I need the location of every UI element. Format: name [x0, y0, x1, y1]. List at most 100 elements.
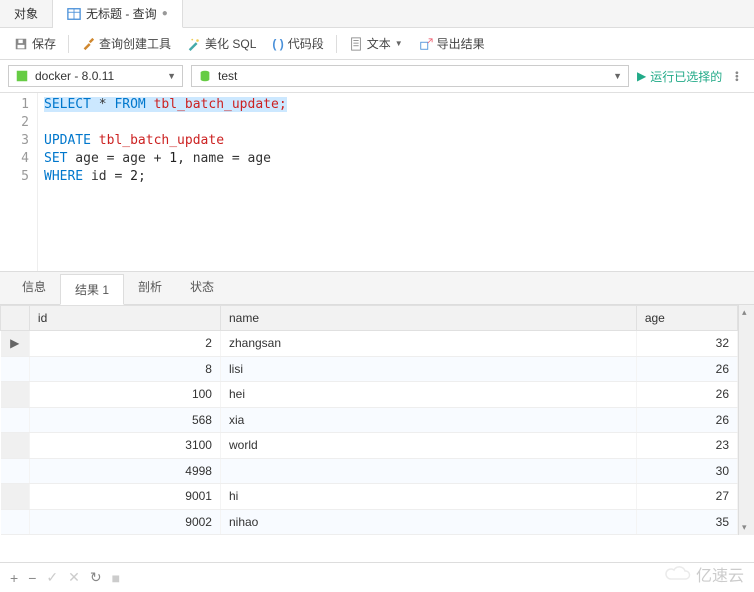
table-row[interactable]: 100 hei 26	[1, 382, 738, 408]
separator	[336, 35, 337, 53]
refresh-button[interactable]: ↻	[90, 569, 102, 586]
delete-row-button[interactable]: −	[28, 570, 36, 586]
tab-objects-label: 对象	[14, 5, 38, 22]
run-button[interactable]: ▶ 运行已选择的	[637, 68, 722, 85]
chevron-down-icon: ▼	[167, 71, 176, 81]
result-tab-bar: 信息 结果 1 剖析 状态	[0, 271, 754, 305]
row-marker	[1, 407, 30, 433]
row-marker	[1, 382, 30, 408]
cell-name[interactable]: lisi	[220, 356, 636, 382]
cell-id[interactable]: 9001	[29, 484, 220, 510]
cell-age[interactable]: 26	[636, 382, 737, 408]
main-toolbar: 保存 查询创建工具 美化 SQL ( ) 代码段 文本 ▼ 导出结果	[0, 28, 754, 60]
run-label: 运行已选择的	[650, 68, 722, 85]
table-row[interactable]: 9001 hi 27	[1, 484, 738, 510]
cell-name[interactable]	[220, 458, 636, 484]
cell-id[interactable]: 568	[29, 407, 220, 433]
row-marker	[1, 509, 30, 535]
chevron-down-icon: ▼	[613, 71, 622, 81]
table-row[interactable]: 9002 nihao 35	[1, 509, 738, 535]
cell-id[interactable]: 8	[29, 356, 220, 382]
cell-age[interactable]: 27	[636, 484, 737, 510]
add-row-button[interactable]: +	[10, 570, 18, 586]
result-grid-wrap: id name age ▶ 2 zhangsan 32 8 lisi 26 10…	[0, 305, 754, 535]
code-content[interactable]: SELECT * FROM tbl_batch_update; UPDATE t…	[38, 93, 754, 271]
cell-age[interactable]: 26	[636, 407, 737, 433]
query-builder-button[interactable]: 查询创建工具	[75, 33, 177, 54]
watermark-text: 亿速云	[696, 562, 744, 586]
tab-info[interactable]: 信息	[8, 272, 60, 304]
cell-age[interactable]: 23	[636, 433, 737, 459]
vertical-scrollbar[interactable]	[738, 305, 754, 535]
export-button[interactable]: 导出结果	[413, 33, 491, 54]
line-gutter: 12345	[0, 93, 38, 271]
tab-status[interactable]: 状态	[176, 272, 228, 304]
cancel-button[interactable]: ✕	[68, 569, 80, 586]
query-builder-label: 查询创建工具	[99, 35, 171, 52]
menu-dots-icon[interactable]: •••	[730, 71, 741, 82]
tab-objects[interactable]: 对象	[0, 0, 53, 27]
save-icon	[14, 37, 28, 51]
cell-id[interactable]: 100	[29, 382, 220, 408]
chevron-down-icon: ▼	[395, 39, 403, 48]
document-icon	[349, 37, 363, 51]
cell-name[interactable]: zhangsan	[220, 331, 636, 357]
database-select[interactable]: test ▼	[191, 65, 629, 87]
row-marker	[1, 458, 30, 484]
tab-query-label: 无标题 - 查询	[86, 5, 157, 22]
server-label: docker - 8.0.11	[35, 69, 114, 83]
save-button[interactable]: 保存	[8, 33, 62, 54]
snippet-button[interactable]: ( ) 代码段	[266, 33, 329, 54]
cell-id[interactable]: 2	[29, 331, 220, 357]
col-header-name[interactable]: name	[220, 306, 636, 331]
close-icon[interactable]: ●	[162, 8, 168, 19]
cell-name[interactable]: xia	[220, 407, 636, 433]
table-row[interactable]: 3100 world 23	[1, 433, 738, 459]
stop-button[interactable]: ■	[112, 570, 120, 586]
beautify-label: 美化 SQL	[205, 35, 256, 52]
sql-editor[interactable]: 12345 SELECT * FROM tbl_batch_update; UP…	[0, 93, 754, 271]
table-row[interactable]: 8 lisi 26	[1, 356, 738, 382]
row-marker	[1, 484, 30, 510]
text-button[interactable]: 文本 ▼	[343, 33, 409, 54]
cell-age[interactable]: 30	[636, 458, 737, 484]
cell-id[interactable]: 4998	[29, 458, 220, 484]
col-header-age[interactable]: age	[636, 306, 737, 331]
cell-id[interactable]: 3100	[29, 433, 220, 459]
save-label: 保存	[32, 35, 56, 52]
cell-name[interactable]: world	[220, 433, 636, 459]
export-label: 导出结果	[437, 35, 485, 52]
row-marker	[1, 356, 30, 382]
play-icon: ▶	[637, 69, 646, 83]
table-row[interactable]: 568 xia 26	[1, 407, 738, 433]
cell-age[interactable]: 26	[636, 356, 737, 382]
cell-name[interactable]: hei	[220, 382, 636, 408]
cell-name[interactable]: nihao	[220, 509, 636, 535]
cell-age[interactable]: 32	[636, 331, 737, 357]
server-select[interactable]: docker - 8.0.11 ▼	[8, 65, 183, 87]
table-row[interactable]: 4998 30	[1, 458, 738, 484]
server-icon	[15, 69, 29, 83]
footer-toolbar: + − ✓ ✕ ↻ ■	[0, 562, 754, 592]
parens-icon: ( )	[272, 37, 283, 51]
connection-bar: docker - 8.0.11 ▼ test ▼ ▶ 运行已选择的 •••	[0, 60, 754, 93]
result-grid[interactable]: id name age ▶ 2 zhangsan 32 8 lisi 26 10…	[0, 305, 738, 535]
watermark: 亿速云	[664, 562, 744, 586]
database-label: test	[218, 69, 237, 83]
commit-button[interactable]: ✓	[46, 569, 58, 586]
cloud-icon	[664, 565, 692, 583]
col-header-id[interactable]: id	[29, 306, 220, 331]
row-marker	[1, 433, 30, 459]
tab-query[interactable]: 无标题 - 查询 ●	[53, 0, 183, 28]
tab-profile[interactable]: 剖析	[124, 272, 176, 304]
tab-result1[interactable]: 结果 1	[60, 274, 124, 305]
cell-age[interactable]: 35	[636, 509, 737, 535]
beautify-button[interactable]: 美化 SQL	[181, 33, 262, 54]
hammer-icon	[81, 37, 95, 51]
cell-id[interactable]: 9002	[29, 509, 220, 535]
snippet-label: 代码段	[288, 35, 324, 52]
cell-name[interactable]: hi	[220, 484, 636, 510]
separator	[68, 35, 69, 53]
table-row[interactable]: ▶ 2 zhangsan 32	[1, 331, 738, 357]
table-icon	[67, 7, 81, 21]
